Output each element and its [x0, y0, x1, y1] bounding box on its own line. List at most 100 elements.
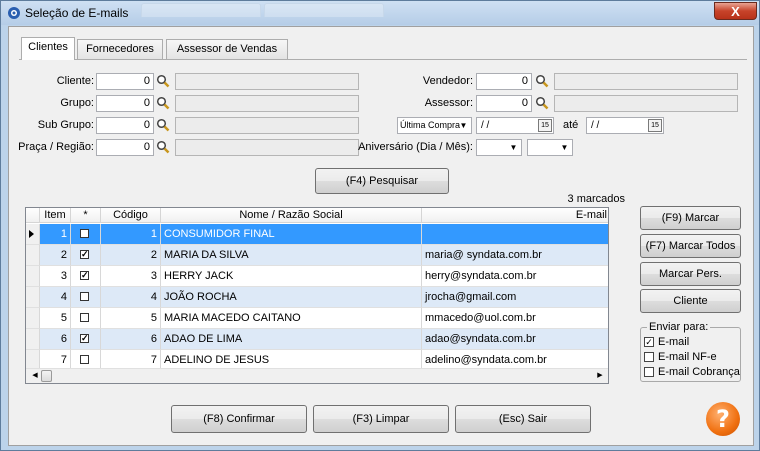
grid-header-item[interactable]: Item [40, 208, 71, 223]
ghost-tab [264, 3, 384, 17]
table-row[interactable]: 2 ✓ 2 MARIA DA SILVA maria@ syndata.com.br [26, 245, 608, 266]
praca-code-input[interactable]: 0 [96, 139, 154, 156]
horizontal-scrollbar[interactable]: ◀ ▶ [26, 368, 608, 383]
cell-item: 3 [40, 266, 71, 287]
row-indicator [26, 224, 40, 245]
cell-codigo: 4 [101, 287, 161, 308]
cell-email: adao@syndata.com.br [422, 329, 608, 350]
search-icon[interactable] [156, 96, 170, 110]
tab-label: Assessor de Vendas [176, 43, 278, 55]
confirmar-button[interactable]: (F8) Confirmar [171, 405, 307, 433]
search-icon[interactable] [535, 74, 549, 88]
birthday-month-select[interactable]: ▼ [527, 139, 573, 156]
close-button[interactable]: X [714, 2, 757, 20]
assessor-label: Assessor: [424, 97, 473, 109]
cell-nome: ADAO DE LIMA [161, 329, 422, 350]
row-indicator [26, 245, 40, 266]
row-checkbox[interactable]: ✓ [80, 271, 89, 280]
table-row[interactable]: 1 1 CONSUMIDOR FINAL [26, 224, 608, 245]
search-button[interactable]: (F4) Pesquisar [315, 168, 449, 194]
table-row[interactable]: 5 5 MARIA MACEDO CAITANO mmacedo@uol.com.br [26, 308, 608, 329]
enviar-checkbox[interactable] [644, 352, 654, 362]
cell-check: ✓ [71, 266, 101, 287]
scroll-left-icon[interactable]: ◀ [29, 370, 41, 382]
cliente-button[interactable]: Cliente [640, 289, 741, 313]
date-to-input[interactable]: / / 15 [586, 117, 664, 134]
cell-check [71, 287, 101, 308]
search-icon[interactable] [156, 140, 170, 154]
table-row[interactable]: 6 ✓ 6 ADAO DE LIMA adao@syndata.com.br [26, 329, 608, 350]
calendar-icon[interactable]: 15 [648, 119, 662, 132]
limpar-button[interactable]: (F3) Limpar [313, 405, 449, 433]
cell-check: ✓ [71, 329, 101, 350]
cell-item: 2 [40, 245, 71, 266]
enviar-option-label: E-mail NF-e [658, 351, 717, 363]
cell-email [422, 224, 608, 245]
scroll-right-icon[interactable]: ▶ [594, 370, 606, 382]
marcar-button[interactable]: (F9) Marcar [640, 206, 741, 230]
ghost-tab [141, 3, 261, 17]
marcar-pers-button[interactable]: Marcar Pers. [640, 262, 741, 286]
sair-button[interactable]: (Esc) Sair [455, 405, 591, 433]
search-icon[interactable] [535, 96, 549, 110]
date-from-value: / / [481, 120, 490, 131]
cell-item: 1 [40, 224, 71, 245]
vendedor-label: Vendedor: [422, 75, 473, 87]
subgrupo-code-input[interactable]: 0 [96, 117, 154, 134]
grupo-label: Grupo: [60, 97, 94, 109]
cell-codigo: 2 [101, 245, 161, 266]
row-checkbox[interactable] [80, 229, 89, 238]
date-from-input[interactable]: / / 15 [476, 117, 554, 134]
cell-email: mmacedo@uol.com.br [422, 308, 608, 329]
help-icon[interactable]: ? [706, 402, 740, 436]
client-area: Clientes Fornecedores Assessor de Vendas… [8, 26, 754, 446]
grid-header-check[interactable]: * [71, 208, 101, 223]
cell-nome: MARIA DA SILVA [161, 245, 422, 266]
enviar-checkbox[interactable]: ✓ [644, 337, 654, 347]
enviar-checkbox[interactable] [644, 367, 654, 377]
tab-clientes[interactable]: Clientes [21, 37, 75, 60]
cliente-label: Cliente: [56, 75, 94, 87]
search-icon[interactable] [156, 74, 170, 88]
marcar-todos-button[interactable]: (F7) Marcar Todos [640, 234, 741, 258]
tab-assessor-de-vendas[interactable]: Assessor de Vendas [166, 39, 288, 59]
tab-label: Clientes [28, 41, 68, 53]
search-icon[interactable] [156, 118, 170, 132]
chevron-down-icon: ▼ [560, 143, 569, 152]
cliente-code-input[interactable]: 0 [96, 73, 154, 90]
grid-header-codigo[interactable]: Código [101, 208, 161, 223]
grid-header-email[interactable]: E-mail [422, 208, 608, 223]
birthday-day-select[interactable]: ▼ [476, 139, 522, 156]
row-indicator [26, 287, 40, 308]
cell-item: 4 [40, 287, 71, 308]
aniversario-label: Aniversário (Dia / Mês): [358, 141, 473, 153]
table-row[interactable]: 3 ✓ 3 HERRY JACK herry@syndata.com.br [26, 266, 608, 287]
cell-codigo: 3 [101, 266, 161, 287]
row-checkbox[interactable]: ✓ [80, 250, 89, 259]
tab-label: Fornecedores [86, 43, 154, 55]
row-indicator [26, 266, 40, 287]
row-checkbox[interactable] [80, 355, 89, 364]
date-to-value: / / [591, 120, 600, 131]
date-type-value: Última Compra [400, 120, 461, 130]
grid-header-indicator [26, 208, 40, 223]
date-type-select[interactable]: Última Compra ▼ [397, 117, 472, 134]
cell-check [71, 308, 101, 329]
cell-nome: HERRY JACK [161, 266, 422, 287]
cell-check: ✓ [71, 245, 101, 266]
row-checkbox[interactable] [80, 292, 89, 301]
row-checkbox[interactable] [80, 313, 89, 322]
calendar-icon[interactable]: 15 [538, 119, 552, 132]
table-row[interactable]: 4 4 JOÃO ROCHA jrocha@gmail.com [26, 287, 608, 308]
vendedor-code-input[interactable]: 0 [476, 73, 532, 90]
grupo-code-input[interactable]: 0 [96, 95, 154, 112]
grid-header-nome[interactable]: Nome / Razão Social [161, 208, 422, 223]
row-checkbox[interactable]: ✓ [80, 334, 89, 343]
vendedor-name-display [554, 73, 738, 90]
assessor-code-input[interactable]: 0 [476, 95, 532, 112]
cell-email: maria@ syndata.com.br [422, 245, 608, 266]
tab-fornecedores[interactable]: Fornecedores [77, 39, 163, 59]
row-indicator [26, 329, 40, 350]
scroll-thumb[interactable] [41, 370, 52, 382]
email-selection-window: Seleção de E-mails X Clientes Fornecedor… [0, 0, 760, 451]
